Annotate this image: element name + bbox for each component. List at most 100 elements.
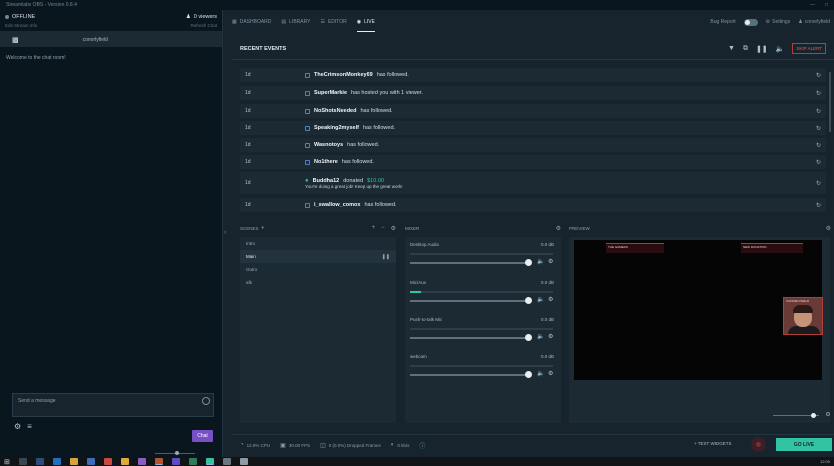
chat-welcome-message: Welcome to the chat room! <box>6 55 66 61</box>
repeat-alert-icon[interactable]: ↻ <box>816 125 821 132</box>
repeat-alert-icon[interactable]: ↻ <box>816 202 821 209</box>
record-button[interactable] <box>751 437 766 452</box>
tab-dashboard[interactable]: ▦ DASHBOARD <box>232 13 271 31</box>
scene-visibility-icon[interactable]: ❚❚ <box>382 254 390 260</box>
edge-browser-icon[interactable] <box>52 458 61 465</box>
maximize-button[interactable]: □ <box>825 2 828 8</box>
chat-resize-slider[interactable] <box>0 450 223 457</box>
popout-icon[interactable]: ⧉ <box>743 45 748 53</box>
scene-item-selected[interactable]: Main ❚❚ <box>240 250 396 263</box>
preview-panel: THE GAMERS NEW DONATION CONORLYFIELD <box>569 237 830 423</box>
app-icon-orange[interactable] <box>154 458 163 465</box>
chat-settings-gear-icon[interactable]: ⚙ <box>14 422 21 431</box>
tab-live[interactable]: ◉ LIVE <box>356 13 375 32</box>
skip-alert-button[interactable]: SKIP ALERT <box>792 43 826 54</box>
refresh-chat-link[interactable]: Refresh Chat <box>190 23 217 28</box>
volume-slider[interactable] <box>410 262 530 264</box>
app-icon-green[interactable] <box>188 458 197 465</box>
streamlabs-obs-taskbar-icon[interactable] <box>205 458 214 465</box>
gear-icon[interactable]: ⚙ <box>548 296 553 303</box>
night-mode-toggle[interactable] <box>743 18 758 26</box>
task-view-icon[interactable] <box>35 458 44 465</box>
library-icon: ▤ <box>281 19 287 25</box>
preview-toggle-icon[interactable] <box>826 412 830 416</box>
volume-slider-handle[interactable] <box>525 297 532 304</box>
volume-meter <box>410 328 553 330</box>
volume-slider-handle[interactable] <box>525 259 532 266</box>
repeat-alert-icon[interactable]: ↻ <box>816 180 821 187</box>
app-icon-violet[interactable] <box>171 458 180 465</box>
remove-scene-minus-icon[interactable]: − <box>381 225 385 232</box>
minimize-button[interactable]: — <box>810 2 815 8</box>
event-row: 1d NoShotsNeeded has followed. ↻ <box>240 104 826 118</box>
app-icon-light[interactable] <box>239 458 248 465</box>
app-icon-purple[interactable] <box>137 458 146 465</box>
tab-library[interactable]: ▤ LIBRARY <box>281 13 310 31</box>
volume-slider[interactable] <box>410 337 530 339</box>
account-button[interactable]: ♟ conorlyfield <box>798 19 830 25</box>
mute-icon[interactable]: 🔈 <box>776 45 785 53</box>
speaker-icon[interactable]: 🔈 <box>537 258 544 265</box>
speaker-icon[interactable]: 🔈 <box>537 370 544 377</box>
chat-send-button[interactable]: Chat <box>192 430 213 442</box>
emote-icon[interactable] <box>202 397 210 405</box>
window-titlebar: Streamlabs OBS - Version 0.8.4 — □ <box>0 0 834 10</box>
preview-settings-gear-icon[interactable]: ⚙ <box>826 225 831 232</box>
chrome-icon[interactable] <box>120 458 129 465</box>
fps-stat: ▣ 30.00 FPS <box>280 442 311 449</box>
info-icon[interactable]: ⓘ <box>419 441 425 450</box>
preview-zoom-handle[interactable] <box>811 413 816 418</box>
scene-item[interactable]: Intro <box>240 237 396 250</box>
scenes-title[interactable]: SCENES <box>240 226 259 231</box>
chat-user-bar: ▩ conorlyfield <box>0 32 222 47</box>
chat-list-icon[interactable]: ≡ <box>27 422 32 431</box>
file-explorer-icon[interactable] <box>69 458 78 465</box>
app-icon-gray[interactable] <box>222 458 231 465</box>
store-icon[interactable] <box>86 458 95 465</box>
volume-slider[interactable] <box>410 300 530 302</box>
gear-icon[interactable]: ⚙ <box>548 333 553 340</box>
search-icon[interactable] <box>18 458 27 465</box>
gear-icon[interactable]: ⚙ <box>548 258 553 265</box>
chat-message-input[interactable]: Send a message <box>12 393 214 417</box>
filter-icon[interactable]: ▼ <box>728 45 735 52</box>
donation-message: You're doing a great job! Keep up the gr… <box>305 183 403 189</box>
test-widgets-button[interactable]: + TEST WIDGETS <box>694 441 731 446</box>
scenes-dropdown-chevron-icon[interactable]: ▾ <box>262 225 264 231</box>
pause-icon[interactable]: ❚❚ <box>756 45 768 53</box>
speaker-icon[interactable]: 🔈 <box>537 296 544 303</box>
event-row: 1d i_swallow_comox has followed. ↻ <box>240 198 826 212</box>
scenes-header: SCENES ▾ + − ⚙ <box>240 222 396 234</box>
app-icon-red[interactable] <box>103 458 112 465</box>
repeat-alert-icon[interactable]: ↻ <box>816 72 821 79</box>
repeat-alert-icon[interactable]: ↻ <box>816 142 821 149</box>
repeat-alert-icon[interactable]: ↻ <box>816 159 821 166</box>
go-live-button[interactable]: GO LIVE <box>776 438 832 451</box>
repeat-alert-icon[interactable]: ↻ <box>816 108 821 115</box>
start-windows-icon[interactable]: ⊞ <box>4 458 10 466</box>
dropped-frames-stat: ◫ 0 (0.0%) Dropped Frames <box>320 442 381 449</box>
add-scene-plus-icon[interactable]: + <box>372 225 376 232</box>
volume-slider[interactable] <box>410 374 530 376</box>
repeat-alert-icon[interactable]: ↻ <box>816 90 821 97</box>
volume-meter <box>410 365 553 367</box>
status-footer: ◔ 12.8% CPU ▣ 30.00 FPS ◫ 0 (0.0%) Dropped … <box>232 434 834 455</box>
mixer-settings-gear-icon[interactable]: ⚙ <box>556 225 561 232</box>
edit-stream-info-link[interactable]: Edit Stream Info <box>5 23 37 28</box>
scene-item[interactable]: afk <box>240 276 396 289</box>
volume-slider-handle[interactable] <box>525 334 532 341</box>
speaker-icon[interactable]: 🔈 <box>537 333 544 340</box>
gear-icon[interactable]: ⚙ <box>548 370 553 377</box>
settings-button[interactable]: ⚙ Settings <box>766 19 791 25</box>
events-scrollbar[interactable] <box>829 72 831 132</box>
scene-settings-gear-icon[interactable]: ⚙ <box>391 225 396 232</box>
scene-item[interactable]: Outro <box>240 263 396 276</box>
follow-icon <box>305 125 310 131</box>
stream-preview-canvas[interactable]: THE GAMERS NEW DONATION CONORLYFIELD <box>574 240 823 380</box>
overlay-banner-left: THE GAMERS <box>606 243 664 253</box>
bug-report-link[interactable]: Bug Report <box>710 19 735 25</box>
collapse-chat-chevron-icon[interactable]: ‹ <box>224 229 226 236</box>
tab-editor[interactable]: ☰ EDITOR <box>320 13 346 31</box>
volume-slider-handle[interactable] <box>525 371 532 378</box>
stream-status: OFFLINE <box>5 14 35 20</box>
